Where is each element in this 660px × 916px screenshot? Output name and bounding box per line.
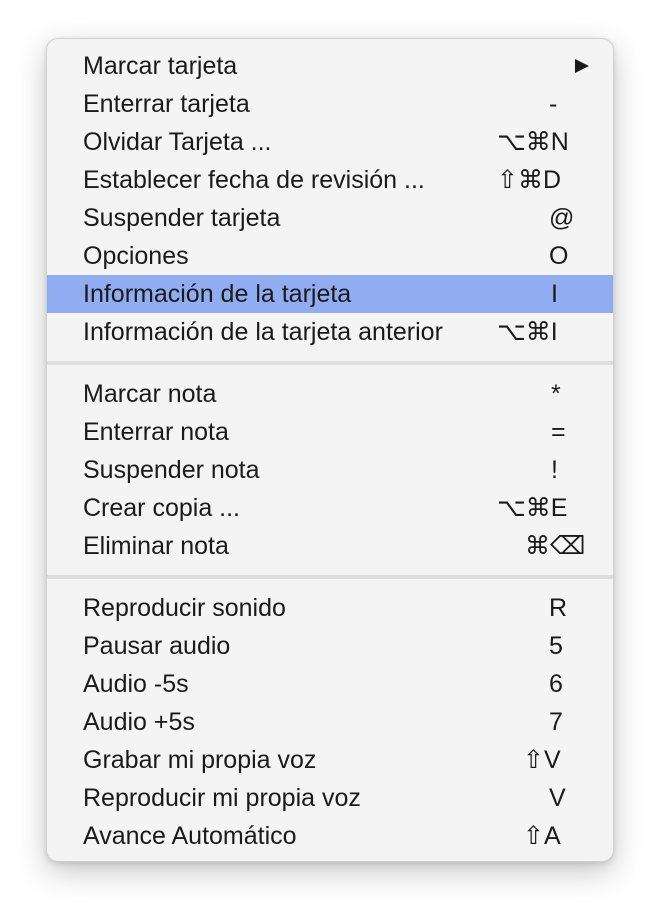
menu-item-label: Información de la tarjeta anterior (83, 318, 443, 346)
menu-item-shortcut: - (549, 90, 558, 118)
menu-item-label: Avance Automático (83, 822, 297, 850)
menu-item-label: Suspender nota (83, 456, 260, 484)
menu-item-shortcut: 6 (549, 670, 563, 698)
menu-item-label: Marcar tarjeta (83, 52, 238, 80)
menu-item-audio-menos-5s[interactable]: Audio -5s 6 (47, 665, 613, 703)
menu-item-shortcut: 5 (549, 632, 563, 660)
context-menu: Marcar tarjeta Enterrar tarjeta - Olvida… (46, 38, 614, 862)
menu-item-label: Pausar audio (83, 632, 231, 660)
menu-item-shortcut: R (549, 594, 568, 622)
menu-item-shortcut: ⇧⌘D (497, 166, 562, 194)
menu-item-suspender-nota[interactable]: Suspender nota ! (47, 451, 613, 489)
menu-item-label: Enterrar nota (83, 418, 229, 446)
menu-separator (47, 575, 613, 579)
menu-item-eliminar-nota[interactable]: Eliminar nota ⌘⌫ (47, 527, 613, 565)
menu-item-shortcut: 7 (549, 708, 563, 736)
menu-item-suspender-tarjeta[interactable]: Suspender tarjeta @ (47, 199, 613, 237)
menu-item-informacion-tarjeta-anterior[interactable]: Información de la tarjeta anterior ⌥⌘I (47, 313, 613, 351)
menu-item-marcar-tarjeta[interactable]: Marcar tarjeta (47, 47, 613, 85)
menu-item-enterrar-tarjeta[interactable]: Enterrar tarjeta - (47, 85, 613, 123)
menu-item-shortcut: ⌥⌘N (497, 128, 569, 156)
menu-item-reproducir-sonido[interactable]: Reproducir sonido R (47, 589, 613, 627)
menu-item-shortcut: ⌥⌘E (497, 494, 568, 522)
menu-separator (47, 361, 613, 365)
menu-item-label: Crear copia ... (83, 494, 241, 522)
menu-item-label: Olvidar Tarjeta ... (83, 128, 272, 156)
menu-item-marcar-nota[interactable]: Marcar nota * (47, 375, 613, 413)
menu-item-label: Reproducir mi propia voz (83, 784, 361, 812)
menu-item-olvidar-tarjeta[interactable]: Olvidar Tarjeta ... ⌥⌘N (47, 123, 613, 161)
menu-item-shortcut: O (549, 242, 569, 270)
menu-item-label: Marcar nota (83, 380, 217, 408)
menu-item-shortcut: @ (549, 204, 575, 232)
menu-item-shortcut: ! (551, 456, 558, 484)
menu-item-label: Enterrar tarjeta (83, 90, 250, 118)
menu-item-label: Suspender tarjeta (83, 204, 281, 232)
menu-item-shortcut: V (549, 784, 566, 812)
menu-item-pausar-audio[interactable]: Pausar audio 5 (47, 627, 613, 665)
menu-item-avance-automatico[interactable]: Avance Automático ⇧A (47, 817, 613, 855)
menu-item-informacion-tarjeta[interactable]: Información de la tarjeta I (47, 275, 613, 313)
menu-item-crear-copia[interactable]: Crear copia ... ⌥⌘E (47, 489, 613, 527)
menu-item-shortcut: ⇧A (523, 822, 561, 850)
menu-item-shortcut: = (551, 418, 566, 446)
menu-item-label: Información de la tarjeta (83, 280, 352, 308)
menu-item-label: Opciones (83, 242, 189, 270)
submenu-arrow-icon (575, 59, 589, 73)
menu-item-label: Establecer fecha de revisión ... (83, 166, 425, 194)
menu-item-label: Reproducir sonido (83, 594, 286, 622)
menu-item-label: Audio +5s (83, 708, 195, 736)
menu-item-establecer-fecha[interactable]: Establecer fecha de revisión ... ⇧⌘D (47, 161, 613, 199)
menu-item-shortcut: ⇧V (523, 746, 561, 774)
menu-item-shortcut: ⌥⌘I (497, 318, 558, 346)
menu-item-shortcut: ⌘⌫ (525, 532, 586, 560)
menu-item-shortcut: I (551, 280, 558, 308)
menu-item-label: Eliminar nota (83, 532, 229, 560)
menu-item-enterrar-nota[interactable]: Enterrar nota = (47, 413, 613, 451)
menu-item-label: Grabar mi propia voz (83, 746, 317, 774)
menu-item-shortcut: * (551, 380, 561, 408)
menu-item-opciones[interactable]: Opciones O (47, 237, 613, 275)
menu-item-audio-mas-5s[interactable]: Audio +5s 7 (47, 703, 613, 741)
menu-item-grabar-voz[interactable]: Grabar mi propia voz ⇧V (47, 741, 613, 779)
menu-item-label: Audio -5s (83, 670, 189, 698)
menu-item-reproducir-voz[interactable]: Reproducir mi propia voz V (47, 779, 613, 817)
